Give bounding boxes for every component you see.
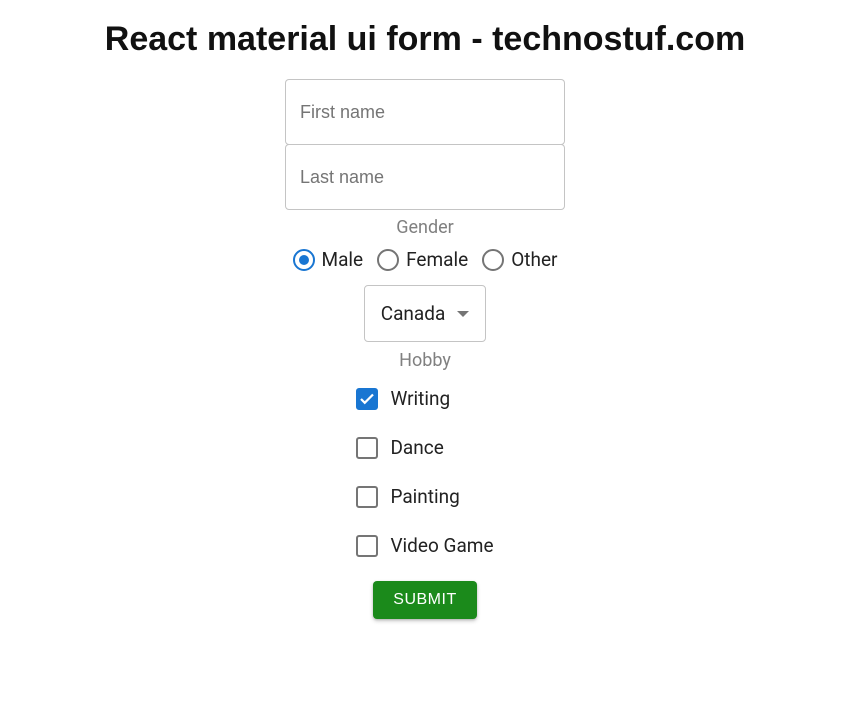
checkbox-icon: [356, 535, 378, 557]
checkbox-icon: [356, 486, 378, 508]
checkbox-dance[interactable]: Dance: [356, 436, 443, 459]
submit-button[interactable]: SUBMIT: [373, 581, 476, 619]
radio-icon: [293, 249, 315, 271]
first-name-input[interactable]: [285, 79, 565, 145]
radio-female[interactable]: Female: [377, 248, 468, 271]
radio-male[interactable]: Male: [293, 248, 364, 271]
checkbox-writing[interactable]: Writing: [356, 387, 450, 410]
hobby-label: Hobby: [399, 350, 451, 371]
checkbox-icon: [356, 437, 378, 459]
last-name-input[interactable]: [285, 144, 565, 210]
gender-radio-group: Male Female Other: [293, 248, 558, 271]
checkbox-painting[interactable]: Painting: [356, 485, 459, 508]
checkbox-label: Dance: [390, 436, 443, 459]
checkbox-video-game[interactable]: Video Game: [356, 534, 493, 557]
country-select[interactable]: Canada: [364, 285, 487, 342]
chevron-down-icon: [457, 311, 469, 317]
hobby-checkbox-group: Writing Dance Painting Video Game: [356, 387, 493, 557]
radio-label: Other: [511, 248, 557, 271]
country-selected-value: Canada: [381, 302, 446, 325]
page-title: React material ui form - technostuf.com: [105, 20, 745, 59]
radio-label: Male: [322, 248, 364, 271]
checkbox-icon: [356, 388, 378, 410]
checkbox-label: Writing: [390, 387, 450, 410]
radio-other[interactable]: Other: [482, 248, 557, 271]
check-icon: [358, 390, 376, 408]
checkbox-label: Painting: [390, 485, 459, 508]
gender-label: Gender: [396, 217, 454, 238]
checkbox-label: Video Game: [390, 534, 493, 557]
radio-icon: [482, 249, 504, 271]
radio-label: Female: [406, 248, 468, 271]
form-container: Gender Male Female Other Canada Hobby Wr…: [285, 79, 565, 619]
radio-icon: [377, 249, 399, 271]
